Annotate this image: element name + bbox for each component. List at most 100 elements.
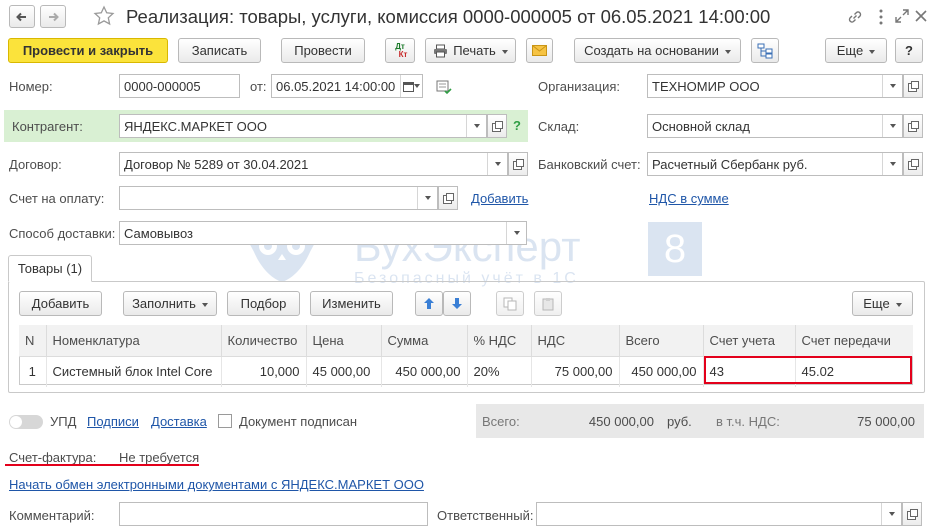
delivery-method-field[interactable]: Самовывоз	[119, 221, 527, 245]
print-label: Печать	[453, 43, 508, 58]
copy-row-button[interactable]	[496, 291, 524, 316]
arrow-right-icon	[49, 12, 59, 21]
paste-icon	[542, 297, 554, 310]
col-vat-rate[interactable]: % НДС	[467, 325, 532, 357]
date-field[interactable]: 06.05.2021 14:00:00	[271, 74, 423, 98]
warehouse-open-button[interactable]	[903, 114, 923, 138]
contractor-dropdown[interactable]	[466, 115, 486, 137]
invoice-dropdown[interactable]	[417, 187, 437, 209]
cell-vat[interactable]: 75 000,00	[531, 356, 620, 387]
contract-dropdown[interactable]	[487, 153, 507, 175]
move-down-button[interactable]	[443, 291, 471, 316]
print-button[interactable]: Печать	[425, 38, 516, 63]
contractor-value: ЯНДЕКС.МАРКЕТ ООО	[124, 118, 267, 134]
warehouse-dropdown[interactable]	[882, 115, 902, 137]
save-button[interactable]: Записать	[178, 38, 261, 63]
link-icon[interactable]	[846, 8, 864, 26]
favorite-star-icon[interactable]	[93, 5, 115, 27]
number-field[interactable]: 0000-000005	[119, 74, 240, 98]
col-quantity[interactable]: Количество	[221, 325, 307, 357]
invoice-open-button[interactable]	[438, 186, 458, 210]
responsible-open-button[interactable]	[902, 502, 922, 526]
contractor-open-button[interactable]	[487, 114, 507, 138]
forward-button[interactable]	[40, 5, 66, 28]
close-icon[interactable]	[914, 9, 928, 23]
post-and-close-button[interactable]: Провести и закрыть	[8, 38, 168, 63]
bank-account-open-button[interactable]	[903, 152, 923, 176]
table-more-button[interactable]: Еще	[852, 291, 913, 316]
delivery-method-dropdown[interactable]	[506, 222, 526, 244]
edit-button[interactable]: Изменить	[310, 291, 393, 316]
contract-field[interactable]: Договор № 5289 от 30.04.2021	[119, 152, 508, 176]
tab-goods[interactable]: Товары (1)	[8, 255, 92, 282]
warehouse-field[interactable]: Основной склад	[647, 114, 903, 138]
back-button[interactable]	[9, 5, 35, 28]
organization-dropdown[interactable]	[882, 75, 902, 97]
more-button[interactable]: Еще	[825, 38, 887, 63]
add-row-button[interactable]: Добавить	[19, 291, 102, 316]
open-form-icon	[513, 159, 524, 170]
post-button[interactable]: Провести	[281, 38, 365, 63]
responsible-dropdown[interactable]	[881, 503, 901, 525]
arrow-up-icon	[424, 298, 434, 309]
open-form-icon	[908, 81, 919, 92]
open-form-icon	[492, 121, 503, 132]
email-button[interactable]	[526, 38, 553, 63]
col-sum[interactable]: Сумма	[381, 325, 468, 357]
calendar-button[interactable]	[400, 75, 422, 97]
add-invoice-link[interactable]: Добавить	[471, 191, 528, 207]
warehouse-label: Склад:	[538, 119, 580, 134]
dt-kt-button[interactable]: Дт Кт	[385, 38, 415, 63]
move-up-button[interactable]	[415, 291, 443, 316]
cell-quantity[interactable]: 10,000	[221, 356, 307, 387]
cell-price[interactable]: 45 000,00	[306, 356, 382, 387]
envelope-icon	[532, 45, 547, 56]
bank-account-field[interactable]: Расчетный Сбербанк руб.	[647, 152, 903, 176]
col-transfer-account[interactable]: Счет передачи	[795, 325, 913, 357]
col-n[interactable]: N	[19, 325, 47, 357]
col-account[interactable]: Счет учета	[703, 325, 796, 357]
col-price[interactable]: Цена	[306, 325, 382, 357]
structure-button[interactable]	[751, 38, 779, 63]
paste-row-button[interactable]	[534, 291, 562, 316]
cell-n[interactable]: 1	[19, 356, 47, 387]
cell-nomenclature[interactable]: Системный блок Intel Core	[46, 356, 222, 387]
signatures-link[interactable]: Подписи	[87, 414, 139, 430]
bank-account-dropdown[interactable]	[882, 153, 902, 175]
col-total[interactable]: Всего	[619, 325, 704, 357]
cell-total[interactable]: 450 000,00	[619, 356, 704, 387]
help-button[interactable]: ?	[895, 38, 923, 63]
cell-vat-rate[interactable]: 20%	[467, 356, 532, 387]
contractor-help-icon[interactable]: ?	[513, 118, 521, 133]
responsible-label: Ответственный:	[437, 508, 534, 523]
create-based-on-button[interactable]: Создать на основании	[574, 38, 741, 63]
more-vertical-icon[interactable]	[876, 8, 886, 26]
organization-field[interactable]: ТЕХНОМИР ООО	[647, 74, 903, 98]
select-button[interactable]: Подбор	[227, 291, 300, 316]
col-nomenclature[interactable]: Номенклатура	[46, 325, 222, 357]
date-value: 06.05.2021 14:00:00	[276, 78, 396, 94]
number-label: Номер:	[9, 79, 53, 94]
upd-toggle[interactable]	[9, 415, 43, 429]
organization-open-button[interactable]	[903, 74, 923, 98]
cell-sum[interactable]: 450 000,00	[381, 356, 468, 387]
contractor-field[interactable]: ЯНДЕКС.МАРКЕТ ООО	[119, 114, 487, 138]
col-vat[interactable]: НДС	[531, 325, 620, 357]
contract-open-button[interactable]	[508, 152, 528, 176]
table-header-row: N Номенклатура Количество Цена Сумма % Н…	[19, 325, 913, 357]
printer-icon	[434, 44, 448, 57]
comment-field[interactable]	[119, 502, 428, 526]
signed-checkbox[interactable]	[218, 414, 232, 428]
fill-button[interactable]: Заполнить	[123, 291, 217, 316]
expand-window-icon[interactable]	[894, 8, 910, 24]
calendar-icon	[403, 81, 414, 92]
delivery-link[interactable]: Доставка	[151, 414, 207, 430]
date-label: от:	[250, 79, 267, 94]
responsible-field[interactable]	[536, 502, 902, 526]
document-check-icon[interactable]	[436, 79, 452, 95]
invoice-field[interactable]	[119, 186, 438, 210]
contract-value: Договор № 5289 от 30.04.2021	[124, 156, 309, 172]
arrow-down-icon	[452, 298, 462, 309]
edo-exchange-link[interactable]: Начать обмен электронными документами с …	[9, 477, 424, 493]
vat-in-amount-link[interactable]: НДС в сумме	[649, 191, 729, 207]
